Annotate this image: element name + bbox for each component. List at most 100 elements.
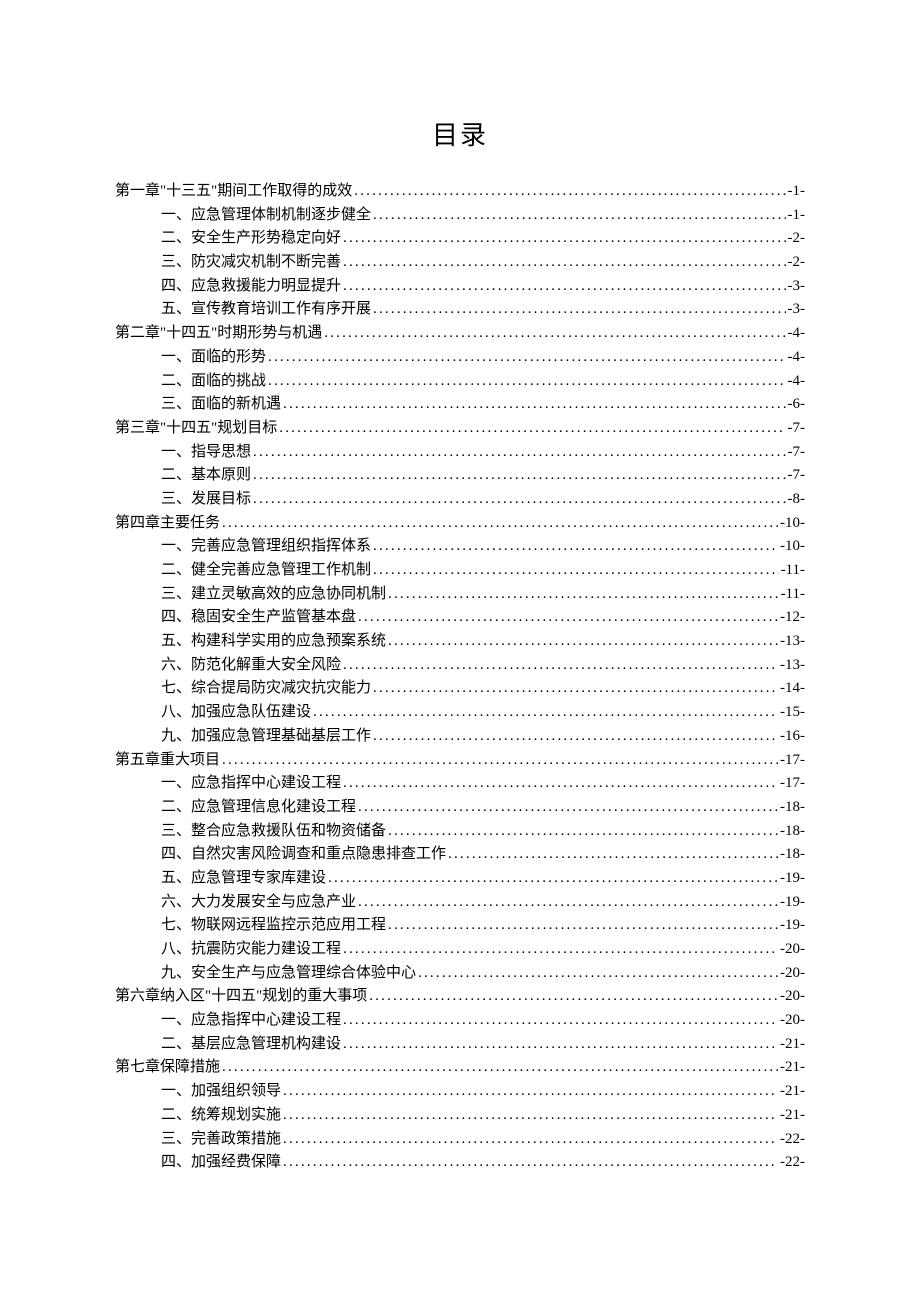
toc-entry-page: -17- (780, 772, 805, 795)
toc-entry-label: 三、防灾减灾机制不断完善 (161, 251, 341, 274)
toc-entry: 三、发展目标-8- (115, 488, 805, 511)
toc-leader-dots (283, 1104, 778, 1127)
toc-entry: 二、健全完善应急管理工作机制-11- (115, 559, 805, 582)
toc-entry: 六、大力发展安全与应急产业-19- (115, 891, 805, 914)
toc-entry-page: -20- (780, 962, 805, 985)
toc-leader-dots (253, 464, 785, 487)
toc-leader-dots (388, 630, 778, 653)
toc-leader-dots (343, 654, 778, 677)
toc-entry-page: -19- (780, 867, 805, 890)
toc-entry-page: -20- (780, 985, 805, 1008)
toc-leader-dots (268, 370, 785, 393)
toc-entry-label: 四、自然灾害风险调查和重点隐患排查工作 (161, 843, 446, 866)
toc-entry: 一、应急管理体制机制逐步健全-1- (115, 204, 805, 227)
toc-entry: 一、应急指挥中心建设工程-17- (115, 772, 805, 795)
toc-entry-label: 三、建立灵敏高效的应急协同机制 (161, 583, 386, 606)
toc-leader-dots (283, 1080, 778, 1103)
toc-leader-dots (343, 772, 778, 795)
toc-entry-page: -13- (780, 630, 805, 653)
toc-entry: 二、基本原则-7- (115, 464, 805, 487)
toc-leader-dots (343, 938, 778, 961)
toc-entry: 五、宣传教育培训工作有序开展-3- (115, 298, 805, 321)
toc-entry: 第四章主要任务-10- (115, 512, 805, 535)
toc-leader-dots (222, 512, 778, 535)
toc-leader-dots (343, 275, 785, 298)
toc-entry-label: 三、完善政策措施 (161, 1128, 281, 1151)
toc-entry-page: -10- (780, 512, 805, 535)
toc-entry-label: 四、应急救援能力明显提升 (161, 275, 341, 298)
toc-entry-page: -17- (780, 749, 805, 772)
toc-entry-page: -16- (780, 725, 805, 748)
toc-entry: 一、指导思想-7- (115, 441, 805, 464)
toc-entry-page: -19- (780, 914, 805, 937)
toc-entry: 九、加强应急管理基础基层工作-16- (115, 725, 805, 748)
toc-leader-dots (279, 417, 785, 440)
toc-leader-dots (253, 488, 785, 511)
toc-entry-label: 第二章"十四五"时期形势与机遇 (115, 322, 322, 345)
toc-entry-label: 二、安全生产形势稳定向好 (161, 227, 341, 250)
toc-entry-label: 二、基层应急管理机构建设 (161, 1033, 341, 1056)
toc-entry: 二、基层应急管理机构建设-21- (115, 1033, 805, 1056)
toc-entry: 三、建立灵敏高效的应急协同机制 -11- (115, 583, 805, 606)
toc-entry-label: 八、加强应急队伍建设 (161, 701, 311, 724)
toc-leader-dots (283, 1128, 778, 1151)
toc-entry-page: -2- (788, 251, 806, 274)
toc-entry: 三、完善政策措施 -22- (115, 1128, 805, 1151)
toc-entry-label: 六、防范化解重大安全风险 (161, 654, 341, 677)
toc-leader-dots (324, 322, 785, 345)
toc-entry: 三、面临的新机遇 -6- (115, 393, 805, 416)
table-of-contents: 第一章"十三五"期间工作取得的成效-1-一、应急管理体制机制逐步健全-1-二、安… (115, 180, 805, 1174)
toc-entry-label: 一、面临的形势 (161, 346, 266, 369)
toc-entry: 二、面临的挑战-4- (115, 370, 805, 393)
toc-entry: 八、加强应急队伍建设-15- (115, 701, 805, 724)
toc-entry-page: -21- (780, 1056, 805, 1079)
toc-entry: 九、安全生产与应急管理综合体验中心 -20- (115, 962, 805, 985)
toc-entry: 六、防范化解重大安全风险 -13- (115, 654, 805, 677)
toc-entry-page: -18- (780, 796, 805, 819)
toc-entry-label: 三、整合应急救援队伍和物资储备 (161, 820, 386, 843)
toc-entry-page: -3- (788, 298, 806, 321)
toc-entry: 一、应急指挥中心建设工程-20- (115, 1009, 805, 1032)
toc-entry-label: 一、应急管理体制机制逐步健全 (161, 204, 371, 227)
toc-entry-page: -6- (788, 393, 806, 416)
toc-entry-page: -4- (788, 346, 806, 369)
toc-entry: 四、应急救援能力明显提升-3- (115, 275, 805, 298)
toc-entry: 三、整合应急救援队伍和物资储备-18- (115, 820, 805, 843)
toc-entry: 二、应急管理信息化建设工程-18- (115, 796, 805, 819)
toc-entry: 二、安全生产形势稳定向好 -2- (115, 227, 805, 250)
toc-entry-page: -11- (781, 583, 805, 606)
toc-entry-page: -11- (781, 559, 805, 582)
toc-leader-dots (388, 914, 778, 937)
toc-entry-page: -12- (780, 606, 805, 629)
toc-title: 目录 (115, 115, 805, 152)
toc-entry-page: -2- (788, 227, 806, 250)
toc-entry-label: 第五章重大项目 (115, 749, 220, 772)
toc-entry-label: 三、面临的新机遇 (161, 393, 281, 416)
toc-entry-page: -22- (780, 1128, 805, 1151)
toc-leader-dots (373, 559, 779, 582)
toc-entry: 四、自然灾害风险调查和重点隐患排查工作-18- (115, 843, 805, 866)
toc-leader-dots (373, 725, 778, 748)
toc-entry-page: -20- (780, 1009, 805, 1032)
toc-entry: 第二章"十四五"时期形势与机遇 -4- (115, 322, 805, 345)
toc-leader-dots (388, 583, 779, 606)
toc-entry: 三、防灾减灾机制不断完善 -2- (115, 251, 805, 274)
toc-leader-dots (268, 346, 785, 369)
toc-entry: 第一章"十三五"期间工作取得的成效-1- (115, 180, 805, 203)
toc-entry-label: 八、抗震防灾能力建设工程 (161, 938, 341, 961)
document-page: 目录 第一章"十三五"期间工作取得的成效-1-一、应急管理体制机制逐步健全-1-… (0, 0, 920, 1174)
toc-entry: 第七章保障措施-21- (115, 1056, 805, 1079)
toc-entry-label: 二、统筹规划实施 (161, 1104, 281, 1127)
toc-entry-label: 二、基本原则 (161, 464, 251, 487)
toc-leader-dots (418, 962, 778, 985)
toc-entry-page: -8- (788, 488, 806, 511)
toc-entry: 四、加强经费保障-22- (115, 1151, 805, 1174)
toc-entry-label: 一、指导思想 (161, 441, 251, 464)
toc-entry: 第六章纳入区"十四五"规划的重大事项-20- (115, 985, 805, 1008)
toc-entry-page: -13- (780, 654, 805, 677)
toc-entry-page: -21- (780, 1080, 805, 1103)
toc-entry-page: -4- (788, 322, 806, 345)
toc-entry: 二、统筹规划实施-21- (115, 1104, 805, 1127)
toc-leader-dots (358, 606, 778, 629)
toc-entry-label: 九、安全生产与应急管理综合体验中心 (161, 962, 416, 985)
